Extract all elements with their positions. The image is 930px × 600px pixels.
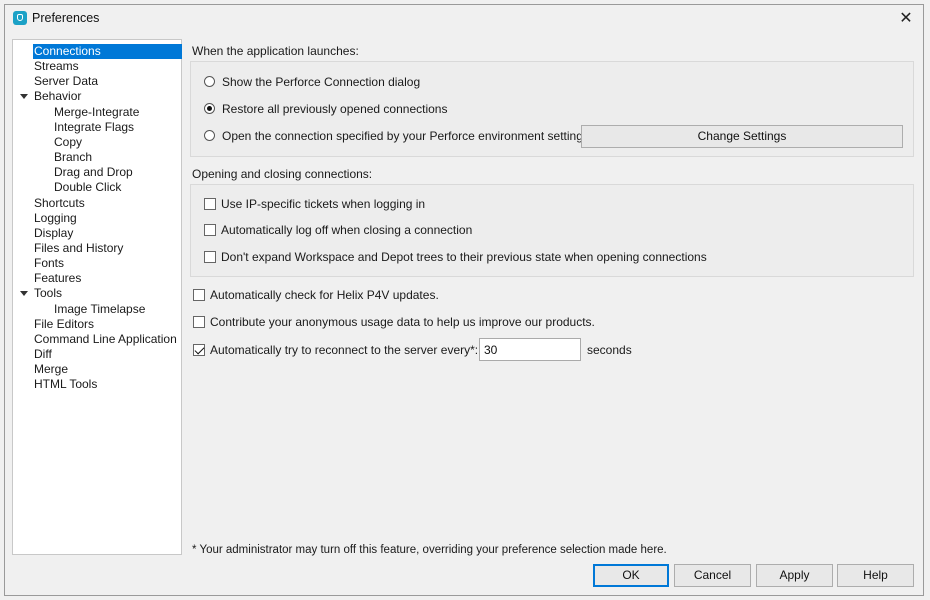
nav-item-streams[interactable]: Streams	[34, 59, 79, 74]
checkbox-auto-check-updates[interactable]	[193, 289, 205, 301]
p4v-app-icon	[13, 11, 27, 25]
change-settings-button[interactable]: Change Settings	[581, 125, 903, 148]
label-auto-reconnect[interactable]: Automatically try to reconnect to the se…	[210, 343, 478, 357]
label-contribute-usage[interactable]: Contribute your anonymous usage data to …	[210, 315, 595, 329]
nav-item-image-timelapse[interactable]: Image Timelapse	[54, 302, 145, 317]
administrator-footnote: * Your administrator may turn off this f…	[192, 544, 667, 556]
help-button[interactable]: Help	[837, 564, 914, 587]
checkbox-dont-expand-trees[interactable]	[204, 251, 216, 263]
checkbox-auto-reconnect[interactable]	[193, 344, 205, 356]
title-bar: Preferences ✕	[5, 5, 923, 33]
nav-item-diff[interactable]: Diff	[34, 347, 52, 362]
nav-item-tools[interactable]: Tools	[34, 286, 62, 301]
nav-item-behavior[interactable]: Behavior	[34, 89, 81, 104]
preferences-nav-tree: Connections Streams Server Data Behavior Mer…	[12, 39, 182, 555]
label-ip-specific-tickets[interactable]: Use IP-specific tickets when logging in	[221, 197, 425, 211]
nav-item-files-and-history[interactable]: Files and History	[34, 241, 123, 256]
label-auto-check-updates[interactable]: Automatically check for Helix P4V update…	[210, 288, 439, 302]
close-button[interactable]: ✕	[895, 8, 917, 30]
window-title: Preferences	[32, 11, 100, 25]
nav-item-branch[interactable]: Branch	[54, 150, 92, 165]
reconnect-interval-input[interactable]	[479, 338, 581, 361]
nav-item-drag-and-drop[interactable]: Drag and Drop	[54, 165, 133, 180]
nav-item-merge[interactable]: Merge	[34, 362, 68, 377]
checkbox-contribute-usage[interactable]	[193, 316, 205, 328]
label-dont-expand-trees[interactable]: Don't expand Workspace and Depot trees t…	[221, 250, 707, 264]
reconnect-unit-label: seconds	[587, 343, 632, 357]
nav-item-display[interactable]: Display	[34, 226, 73, 241]
opening-section-heading: Opening and closing connections:	[192, 167, 373, 181]
nav-item-fonts[interactable]: Fonts	[34, 256, 64, 271]
nav-item-html-tools[interactable]: HTML Tools	[34, 377, 97, 392]
nav-item-double-click[interactable]: Double Click	[54, 180, 121, 195]
nav-item-server-data[interactable]: Server Data	[34, 74, 98, 89]
nav-item-file-editors[interactable]: File Editors	[34, 317, 94, 332]
nav-item-command-line-application[interactable]: Command Line Application	[34, 332, 177, 347]
radio-label-restore-connections[interactable]: Restore all previously opened connection…	[222, 102, 447, 116]
nav-item-shortcuts[interactable]: Shortcuts	[34, 196, 85, 211]
nav-item-logging[interactable]: Logging	[34, 211, 77, 226]
radio-open-env-connection[interactable]	[204, 130, 215, 141]
checkbox-auto-log-off[interactable]	[204, 224, 216, 236]
radio-label-show-connection-dialog[interactable]: Show the Perforce Connection dialog	[222, 75, 420, 89]
radio-show-connection-dialog[interactable]	[204, 76, 215, 87]
radio-label-open-env-connection[interactable]: Open the connection specified by your Pe…	[222, 129, 589, 143]
apply-button[interactable]: Apply	[756, 564, 833, 587]
nav-item-integrate-flags[interactable]: Integrate Flags	[54, 120, 134, 135]
launch-section-heading: When the application launches:	[192, 44, 359, 58]
cancel-button[interactable]: Cancel	[674, 564, 751, 587]
expand-caret-icon[interactable]	[20, 94, 28, 100]
ok-button[interactable]: OK	[593, 564, 669, 587]
nav-item-features[interactable]: Features	[34, 271, 81, 286]
nav-item-copy[interactable]: Copy	[54, 135, 82, 150]
checkbox-ip-specific-tickets[interactable]	[204, 198, 216, 210]
label-auto-log-off[interactable]: Automatically log off when closing a con…	[221, 223, 472, 237]
nav-item-connections[interactable]: Connections	[33, 44, 182, 59]
nav-item-merge-integrate[interactable]: Merge-Integrate	[54, 105, 139, 120]
expand-caret-icon[interactable]	[20, 291, 28, 297]
radio-restore-connections[interactable]	[204, 103, 215, 114]
